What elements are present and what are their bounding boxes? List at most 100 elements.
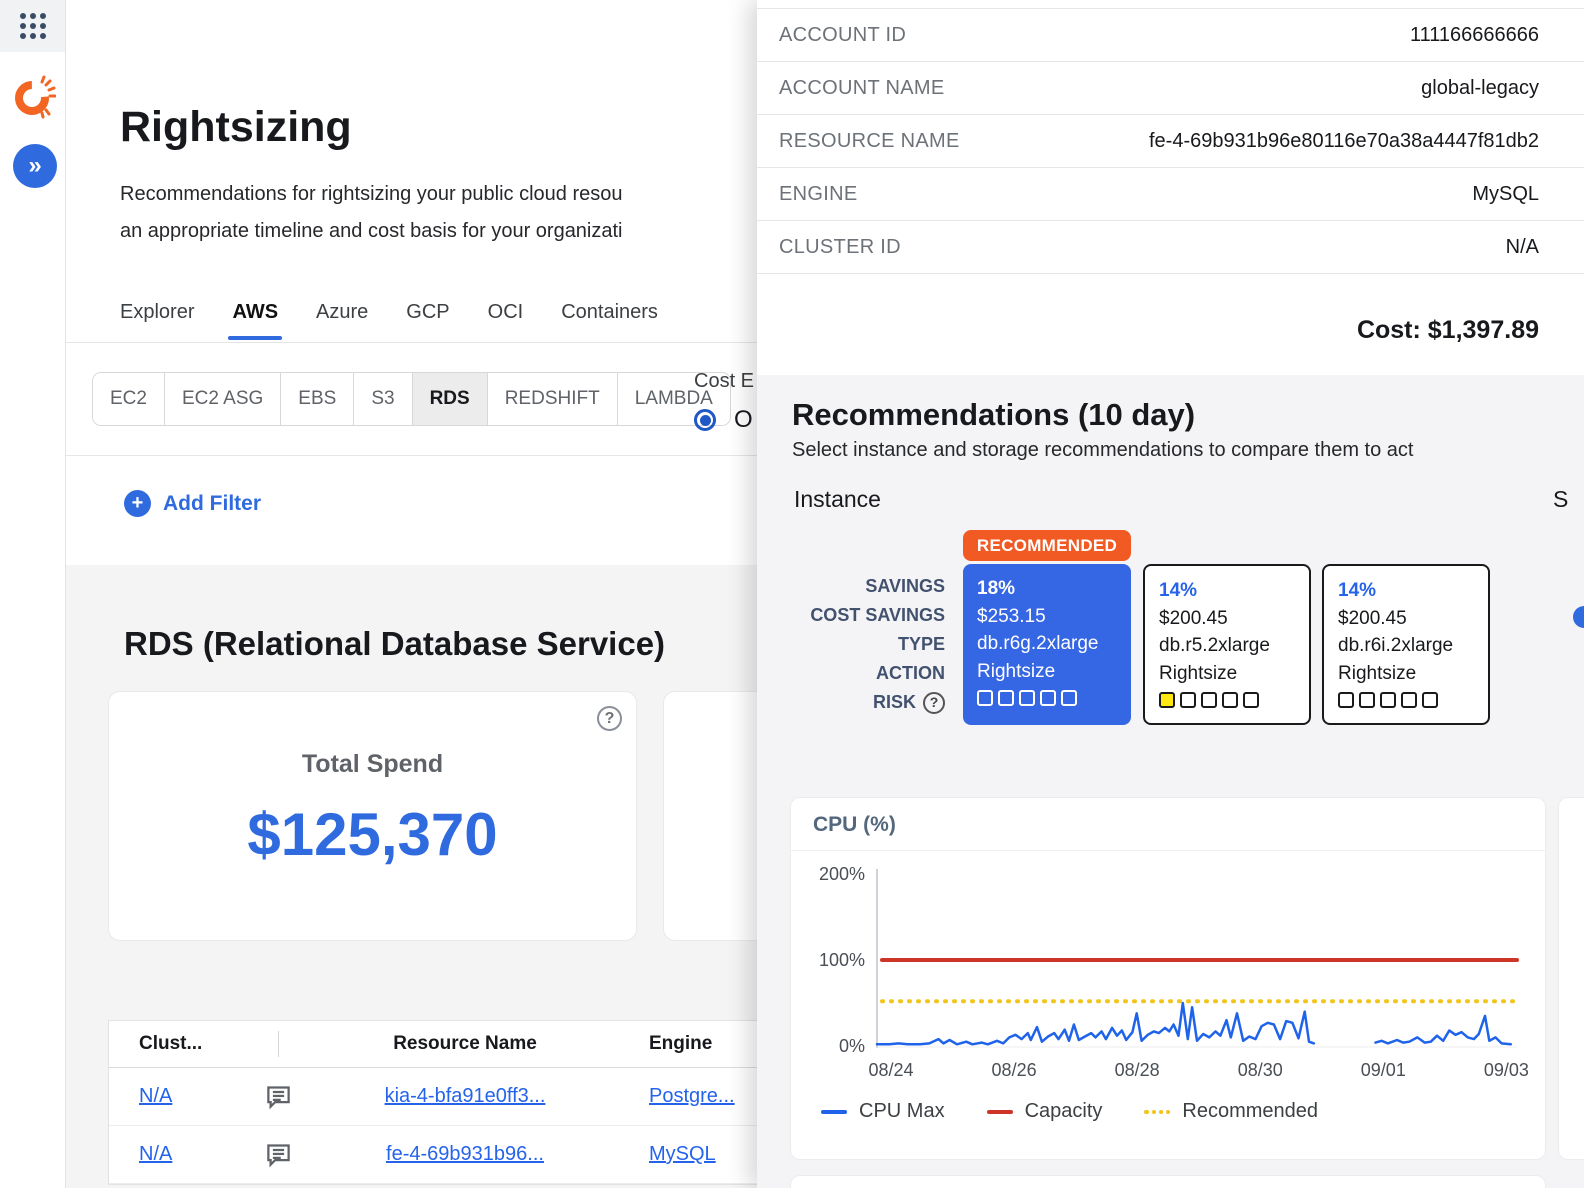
right-chart-card-partial [1558, 797, 1584, 1160]
svg-text:08/28: 08/28 [1115, 1060, 1160, 1080]
tab-aws[interactable]: AWS [232, 301, 278, 340]
total-spend-label: Total Spend [109, 750, 636, 779]
tab-azure[interactable]: Azure [316, 301, 368, 340]
detail-label: ENGINE [779, 183, 857, 206]
storage-group-label-partial: S [1553, 486, 1568, 513]
chevron-double-right-icon: » [28, 152, 41, 180]
detail-label: ACCOUNT ID [779, 24, 906, 47]
cluster-link[interactable]: N/A [139, 1143, 172, 1165]
cost-basis-label: Cost E [694, 370, 754, 393]
column-header-cluster[interactable]: Clust... [109, 1033, 241, 1055]
svg-text:08/26: 08/26 [992, 1060, 1037, 1080]
app-grid-icon [20, 13, 46, 39]
engine-link[interactable]: Postgre... [649, 1085, 735, 1107]
tab-containers[interactable]: Containers [561, 301, 658, 340]
screen: Rightsizing Recommendations for rightsiz… [0, 0, 1584, 1188]
risk-squares [977, 690, 1131, 706]
detail-row: ENGINE MySQL [757, 168, 1584, 221]
page-description-line2: an appropriate timeline and cost basis f… [120, 213, 623, 250]
action-value: Rightsize [1338, 660, 1488, 688]
page-description-line1: Recommendations for rightsizing your pub… [120, 176, 623, 213]
recommended-badge: RECOMMENDED [963, 530, 1131, 561]
cpu-max-swatch-icon [821, 1110, 847, 1114]
recommendation-card-1[interactable]: 18% $253.15 db.r6g.2xlarge Rightsize [963, 564, 1131, 725]
svg-text:09/01: 09/01 [1361, 1060, 1406, 1080]
risk-squares [1338, 692, 1488, 708]
help-icon[interactable]: ? [597, 706, 622, 731]
cpu-chart-title: CPU (%) [791, 798, 1545, 851]
risk-row-label: RISK [873, 688, 916, 717]
cost-savings-value: $200.45 [1159, 605, 1309, 633]
cpu-chart-card: CPU (%) 0%100%200%08/2408/2608/2808/3009… [790, 797, 1546, 1160]
type-value: db.r6i.2xlarge [1338, 632, 1488, 660]
risk-help-icon[interactable]: ? [923, 692, 945, 714]
savings-value: 14% [1338, 577, 1488, 605]
service-ec2-asg[interactable]: EC2 ASG [164, 373, 280, 425]
service-ec2[interactable]: EC2 [93, 373, 164, 425]
risk-squares [1159, 692, 1309, 708]
svg-text:09/03: 09/03 [1484, 1060, 1529, 1080]
total-spend-value: $125,370 [109, 800, 636, 869]
detail-label: ACCOUNT NAME [779, 77, 944, 100]
action-value: Rightsize [1159, 660, 1309, 688]
detail-row: ACCOUNT NAME global-legacy [757, 62, 1584, 115]
brand-logo-icon[interactable] [12, 72, 56, 120]
detail-label: RESOURCE NAME [779, 130, 960, 153]
savings-row-label: SAVINGS [757, 572, 945, 601]
service-rds[interactable]: RDS [412, 373, 487, 425]
tab-oci[interactable]: OCI [488, 301, 524, 340]
storage-radio-partial[interactable] [1573, 606, 1584, 628]
cluster-link[interactable]: N/A [139, 1085, 172, 1107]
legend-label: CPU Max [859, 1100, 945, 1123]
legend-label: Capacity [1025, 1100, 1103, 1123]
comment-icon[interactable] [265, 1141, 292, 1168]
svg-text:100%: 100% [819, 950, 865, 970]
legend-item-recommended: Recommended [1144, 1100, 1318, 1123]
resource-name-link[interactable]: fe-4-69b931b96... [386, 1143, 544, 1165]
recommendation-row-labels: SAVINGS COST SAVINGS TYPE ACTION RISK ? [757, 572, 945, 717]
type-value: db.r6g.2xlarge [977, 630, 1131, 658]
cpu-chart: 0%100%200%08/2408/2608/2808/3009/0109/03 [799, 856, 1539, 1091]
cost-basis-radio-row: O [694, 406, 753, 434]
cost-basis-option-label: O [734, 406, 753, 434]
type-row-label: TYPE [757, 630, 945, 659]
detail-row: ACCOUNT ID 111166666666 [757, 9, 1584, 62]
column-header-resource-name[interactable]: Resource Name [315, 1033, 615, 1055]
service-redshift[interactable]: REDSHIFT [487, 373, 617, 425]
service-s3[interactable]: S3 [353, 373, 411, 425]
service-ebs[interactable]: EBS [280, 373, 353, 425]
expand-sidebar-button[interactable]: » [13, 144, 57, 188]
detail-value: N/A [1506, 236, 1539, 259]
detail-row: RESOURCE NAME fe-4-69b931b96e80116e70a38… [757, 115, 1584, 168]
cost-savings-value: $253.15 [977, 603, 1131, 631]
comment-icon[interactable] [265, 1083, 292, 1110]
page-description: Recommendations for rightsizing your pub… [120, 176, 623, 250]
detail-value: fe-4-69b931b96e80116e70a38a4447f81db2 [1149, 130, 1539, 153]
instance-group-label: Instance [794, 486, 881, 513]
legend-item-cpu-max: CPU Max [821, 1100, 945, 1123]
svg-text:0%: 0% [839, 1036, 865, 1056]
tab-explorer[interactable]: Explorer [120, 301, 194, 340]
detail-value: 111166666666 [1410, 24, 1539, 47]
tab-gcp[interactable]: GCP [406, 301, 449, 340]
recommendations-title: Recommendations (10 day) [792, 397, 1195, 433]
cost-basis-radio[interactable] [694, 409, 716, 431]
total-spend-card: ? Total Spend $125,370 [108, 691, 637, 941]
app-launcher-button[interactable] [0, 0, 65, 52]
recommendations-subtitle: Select instance and storage recommendati… [792, 439, 1413, 462]
recommendations-section: Recommendations (10 day) Select instance… [757, 375, 1584, 1188]
plus-icon: + [124, 490, 151, 517]
recommendation-card-2[interactable]: 14% $200.45 db.r5.2xlarge Rightsize [1143, 564, 1311, 725]
action-value: Rightsize [977, 658, 1131, 686]
detail-label: CLUSTER ID [779, 236, 901, 259]
detail-value: global-legacy [1421, 77, 1539, 100]
engine-link[interactable]: MySQL [649, 1143, 716, 1165]
svg-text:08/24: 08/24 [868, 1060, 913, 1080]
cost-savings-value: $200.45 [1338, 605, 1488, 633]
savings-value: 18% [977, 575, 1131, 603]
legend-label: Recommended [1182, 1100, 1318, 1123]
recommendation-card-3[interactable]: 14% $200.45 db.r6i.2xlarge Rightsize [1322, 564, 1490, 725]
add-filter-button[interactable]: + Add Filter [124, 490, 261, 517]
resource-name-link[interactable]: kia-4-bfa91e0ff3... [385, 1085, 546, 1107]
capacity-swatch-icon [987, 1110, 1013, 1114]
